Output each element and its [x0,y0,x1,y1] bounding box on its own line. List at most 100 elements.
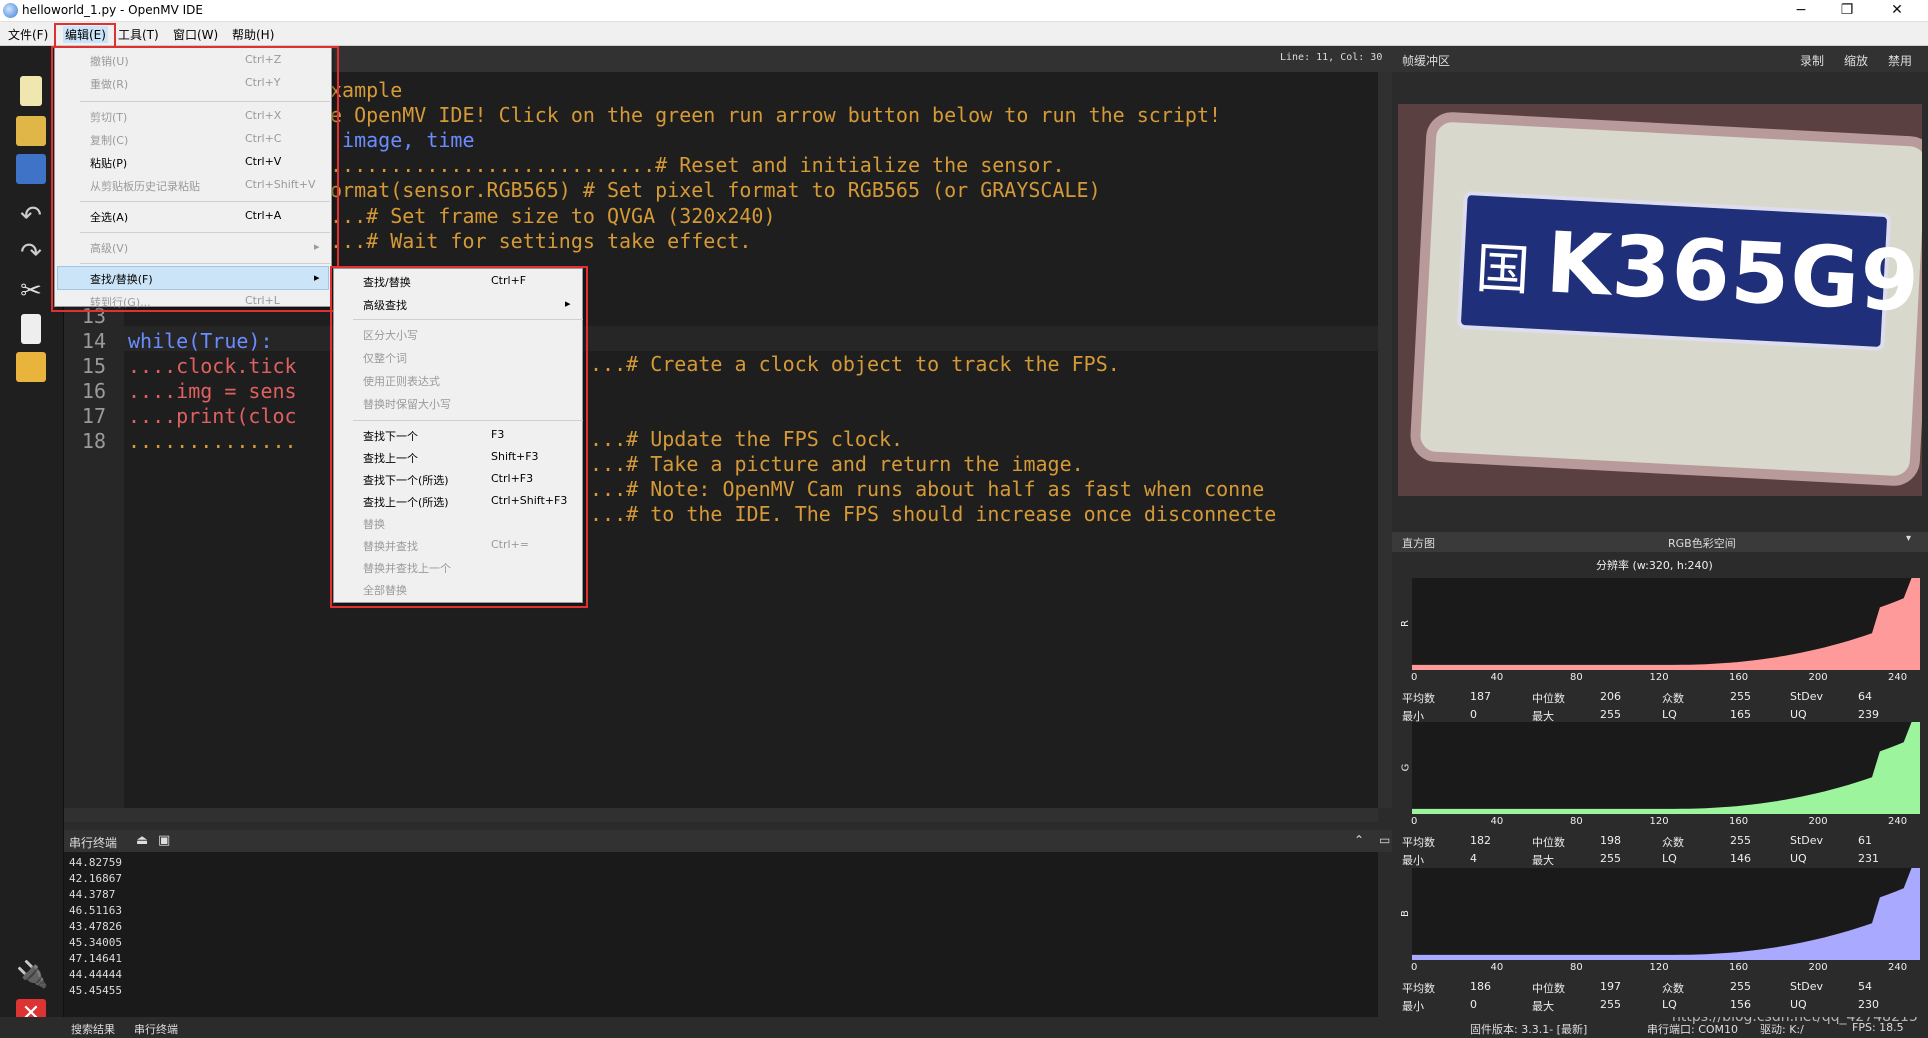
stat-value-lq: 146 [1730,852,1751,865]
histogram-area [1411,577,1921,671]
redo-icon[interactable]: ↷ [16,238,46,268]
open-folder-icon[interactable] [16,116,46,146]
editor-horizontal-scrollbar[interactable] [64,808,1378,822]
collapse-icon[interactable]: ⌃ [1354,833,1364,847]
stat-label-mean: 平均数 [1402,982,1435,995]
histogram-tick-label: 160 [1729,816,1749,827]
cut-icon[interactable]: ✂ [16,276,46,306]
maximize-panel-icon[interactable]: ▭ [1379,833,1390,847]
menu-tools[interactable]: 工具(T) [118,26,159,43]
stat-value-stdev: 54 [1858,980,1872,993]
histogram-tick-label: 200 [1808,816,1828,827]
new-file-icon[interactable] [20,76,42,106]
line-number: 17 [81,404,106,429]
serial-line: 44.82759 [69,856,122,869]
menu-help[interactable]: 帮助(H) [232,26,274,43]
histogram-tick-label: 200 [1808,672,1828,683]
menu-file[interactable]: 文件(F) [8,26,48,43]
stat-label-min: 最小 [1402,854,1424,867]
stat-label-stdev: StDev [1790,834,1824,847]
stat-value-max: 255 [1600,998,1621,1011]
save-icon[interactable] [16,154,46,184]
disable-button[interactable]: 禁用 [1888,52,1912,69]
stat-label-mode: 众数 [1662,982,1684,995]
save-serial-icon[interactable]: ▣ [158,833,170,848]
histogram-tick-label: 40 [1490,962,1504,973]
stat-value-mode: 255 [1730,834,1751,847]
serial-terminal-header: 串行终端 ⏏ ▣ ⌃ ▭ [64,830,1392,852]
plate-prefix: 国 [1474,236,1532,303]
code-line: ....print(cloc [128,404,297,429]
stat-label-max: 最大 [1532,854,1554,867]
stat-value-mode: 255 [1730,690,1751,703]
highlight-edit-menu-panel [51,46,339,312]
stat-label-min: 最小 [1402,1000,1424,1013]
tab-serial-terminal[interactable]: 串行终端 [134,1021,178,1037]
openmv-app-icon [3,3,18,18]
tab-search-results[interactable]: 搜索结果 [71,1021,115,1037]
serial-line: 44.3787 [69,888,116,901]
line-number: 14 [81,329,106,353]
stat-value-uq: 231 [1858,852,1879,865]
stat-value-max: 255 [1600,852,1621,865]
code-line: .............. [128,429,297,454]
code-line: ...# Set frame size to QVGA (320x240) [330,203,776,228]
stat-label-median: 中位数 [1532,836,1565,849]
stat-value-min: 0 [1470,998,1477,1011]
histogram-tick-label: 120 [1649,962,1669,973]
stat-label-stdev: StDev [1790,690,1824,703]
window-title: helloworld_1.py - OpenMV IDE [22,3,203,17]
framebuffer-image: 国 K365G9 [1398,104,1922,496]
histogram-tick-label: 80 [1570,962,1583,973]
title-bar: helloworld_1.py - OpenMV IDE − ❐ ✕ [0,0,1928,22]
stat-value-median: 197 [1600,980,1621,993]
menu-window[interactable]: 窗口(W) [173,26,218,43]
histogram-header: 直方图 RGB色彩空间 ▾ [1392,532,1928,552]
minimize-button[interactable]: − [1778,0,1824,22]
status-bar: 搜索结果 串行终端 固件版本: 3.3.1- [最新] 串行端口: COM10 … [0,1009,1928,1038]
colorspace-select[interactable]: RGB色彩空间 [1668,535,1736,551]
code-comment: ...# Update the FPS clock. [590,427,904,451]
histogram-tick-label: 0 [1411,962,1418,973]
chevron-down-icon[interactable]: ▾ [1906,533,1911,544]
stat-value-lq: 165 [1730,708,1751,721]
code-comment: ...# Note: OpenMV Cam runs about half as… [590,477,1265,501]
histogram-area [1411,721,1921,815]
code-line: while(True): [128,329,273,353]
stat-label-mode: 众数 [1662,836,1684,849]
histogram-plot-g [1411,721,1921,815]
copy-icon[interactable] [21,314,41,344]
stat-value-median: 198 [1600,834,1621,847]
clear-serial-icon[interactable]: ⏏ [136,833,148,848]
code-line: ormat(sensor.RGB565) # Set pixel format … [330,178,1101,203]
menu-bar: 文件(F) 编辑(E) 工具(T) 窗口(W) 帮助(H) [0,22,1928,46]
line-number: 16 [81,379,106,404]
editor-vertical-scrollbar[interactable] [1378,72,1392,808]
histogram-tick-label: 120 [1649,816,1669,827]
stat-value-mode: 255 [1730,980,1751,993]
histogram-tick-label: 80 [1570,816,1583,827]
connect-icon[interactable]: 🔌 [16,960,48,990]
stat-label-mean: 平均数 [1402,836,1435,849]
stat-label-median: 中位数 [1532,982,1565,995]
maximize-button[interactable]: ❐ [1824,0,1870,22]
stat-label-lq: LQ [1662,852,1677,865]
histogram-plot-b [1411,867,1921,961]
undo-icon[interactable]: ↶ [16,201,46,231]
histogram-area [1411,867,1921,961]
stat-label-mode: 众数 [1662,692,1684,705]
paste-icon[interactable] [16,352,46,382]
framebuffer-title: 帧缓冲区 [1402,54,1451,68]
firmware-version[interactable]: 固件版本: 3.3.1- [最新] [1470,1021,1587,1037]
plate-number: K365G9 [1543,213,1922,331]
code-line: ...........................# Reset and i… [330,153,1065,178]
close-window-button[interactable]: ✕ [1874,0,1920,22]
serial-terminal-output[interactable] [64,852,1378,1017]
histogram-plot-r [1411,577,1921,671]
serial-line: 45.45455 [69,984,122,997]
serial-line: 47.14641 [69,952,122,965]
record-button[interactable]: 录制 [1800,52,1824,69]
zoom-button[interactable]: 缩放 [1844,52,1868,69]
framebuffer-header: 帧缓冲区 录制 缩放 禁用 [1392,46,1928,72]
stat-value-min: 0 [1470,708,1477,721]
